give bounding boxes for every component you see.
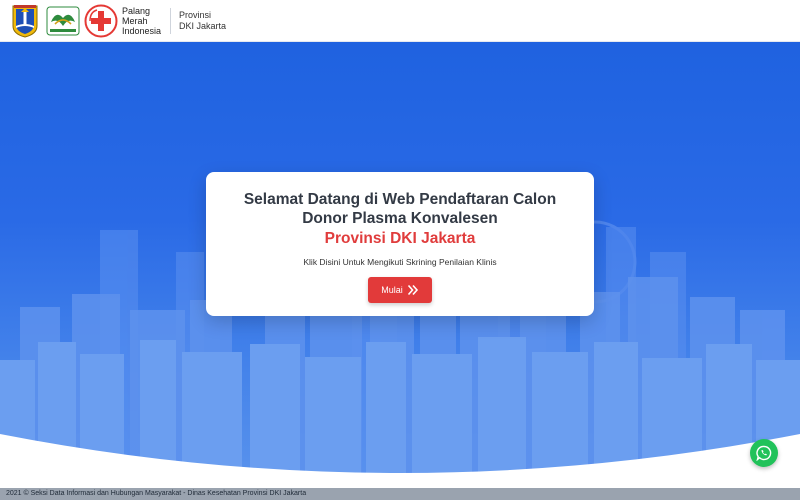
start-button[interactable]: Mulai (368, 277, 432, 303)
province-heading: Provinsi DKI Jakarta (324, 230, 476, 247)
pmi-name: Palang Merah Indonesia (122, 6, 162, 36)
footer-copyright: 2021 © Seksi Data Informasi dan Hubungan… (6, 490, 307, 497)
welcome-title-line-1: Selamat Datang di Web Pendaftaran Calon (243, 191, 557, 208)
pmi-line-1: Palang (122, 5, 151, 16)
pmi-logo[interactable] (84, 4, 118, 38)
welcome-title-line-2: Donor Plasma Konvalesen (302, 210, 498, 227)
province-line-2: DKI Jakarta (179, 20, 227, 31)
start-button-label: Mulai (381, 285, 403, 295)
screening-instruction[interactable]: Klik Disini Untuk Mengikuti Skrining Pen… (206, 257, 594, 267)
welcome-card: Selamat Datang di Web Pendaftaran Calon … (206, 172, 594, 316)
hero-section: Selamat Datang di Web Pendaftaran Calon … (0, 42, 800, 488)
jakarta-emblem-logo[interactable] (10, 4, 40, 38)
top-header: Palang Merah Indonesia Provinsi DKI Jaka… (0, 0, 800, 42)
footer: 2021 © Seksi Data Informasi dan Hubungan… (0, 488, 800, 500)
province-name: Provinsi DKI Jakarta (179, 10, 226, 32)
dinkes-logo[interactable] (46, 6, 80, 36)
province-line-1: Provinsi (179, 9, 212, 20)
double-chevron-right-icon (407, 284, 418, 296)
whatsapp-button[interactable] (750, 439, 778, 467)
header-divider (170, 7, 171, 34)
pmi-line-2: Merah (122, 15, 148, 26)
welcome-title: Selamat Datang di Web Pendaftaran Calon … (206, 190, 594, 228)
whatsapp-icon (756, 445, 772, 461)
pmi-line-3: Indonesia (122, 25, 162, 36)
